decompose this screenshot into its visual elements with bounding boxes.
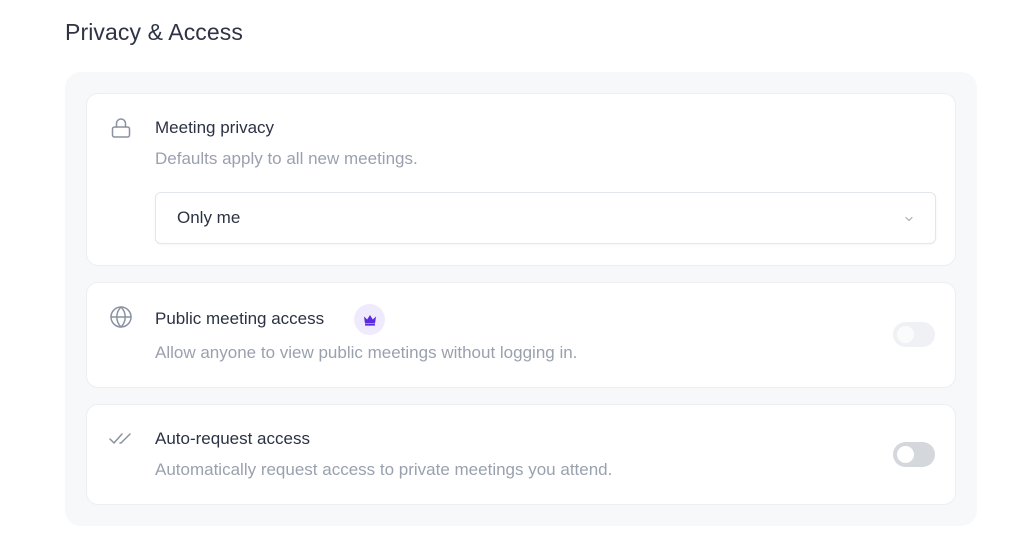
public-meeting-access-toggle[interactable] (893, 322, 935, 347)
auto-request-access-toggle[interactable] (893, 442, 935, 467)
meeting-privacy-select[interactable]: Only me (155, 192, 936, 244)
section-title: Privacy & Access (65, 19, 243, 45)
privacy-settings-panel: Meeting privacy Defaults apply to all ne… (65, 72, 977, 526)
premium-badge (354, 304, 385, 335)
public-meeting-access-description: Allow anyone to view public meetings wit… (155, 343, 578, 362)
meeting-privacy-title: Meeting privacy (155, 118, 275, 137)
double-check-icon (108, 426, 134, 452)
select-value: Only me (177, 208, 241, 227)
auto-request-access-card: Auto-request access Automatically reques… (86, 404, 956, 505)
public-meeting-access-card: Public meeting access Allow anyone to vi… (86, 282, 956, 388)
globe-icon (108, 304, 134, 330)
auto-request-access-description: Automatically request access to private … (155, 460, 613, 479)
auto-request-access-title: Auto-request access (155, 429, 310, 448)
meeting-privacy-description: Defaults apply to all new meetings. (155, 149, 418, 168)
crown-icon (363, 314, 376, 326)
meeting-privacy-card: Meeting privacy Defaults apply to all ne… (86, 93, 956, 266)
public-meeting-access-title: Public meeting access (155, 309, 325, 328)
toggle-knob (897, 326, 914, 343)
toggle-knob (897, 446, 914, 463)
chevron-down-icon (903, 212, 915, 230)
lock-icon (108, 115, 134, 141)
